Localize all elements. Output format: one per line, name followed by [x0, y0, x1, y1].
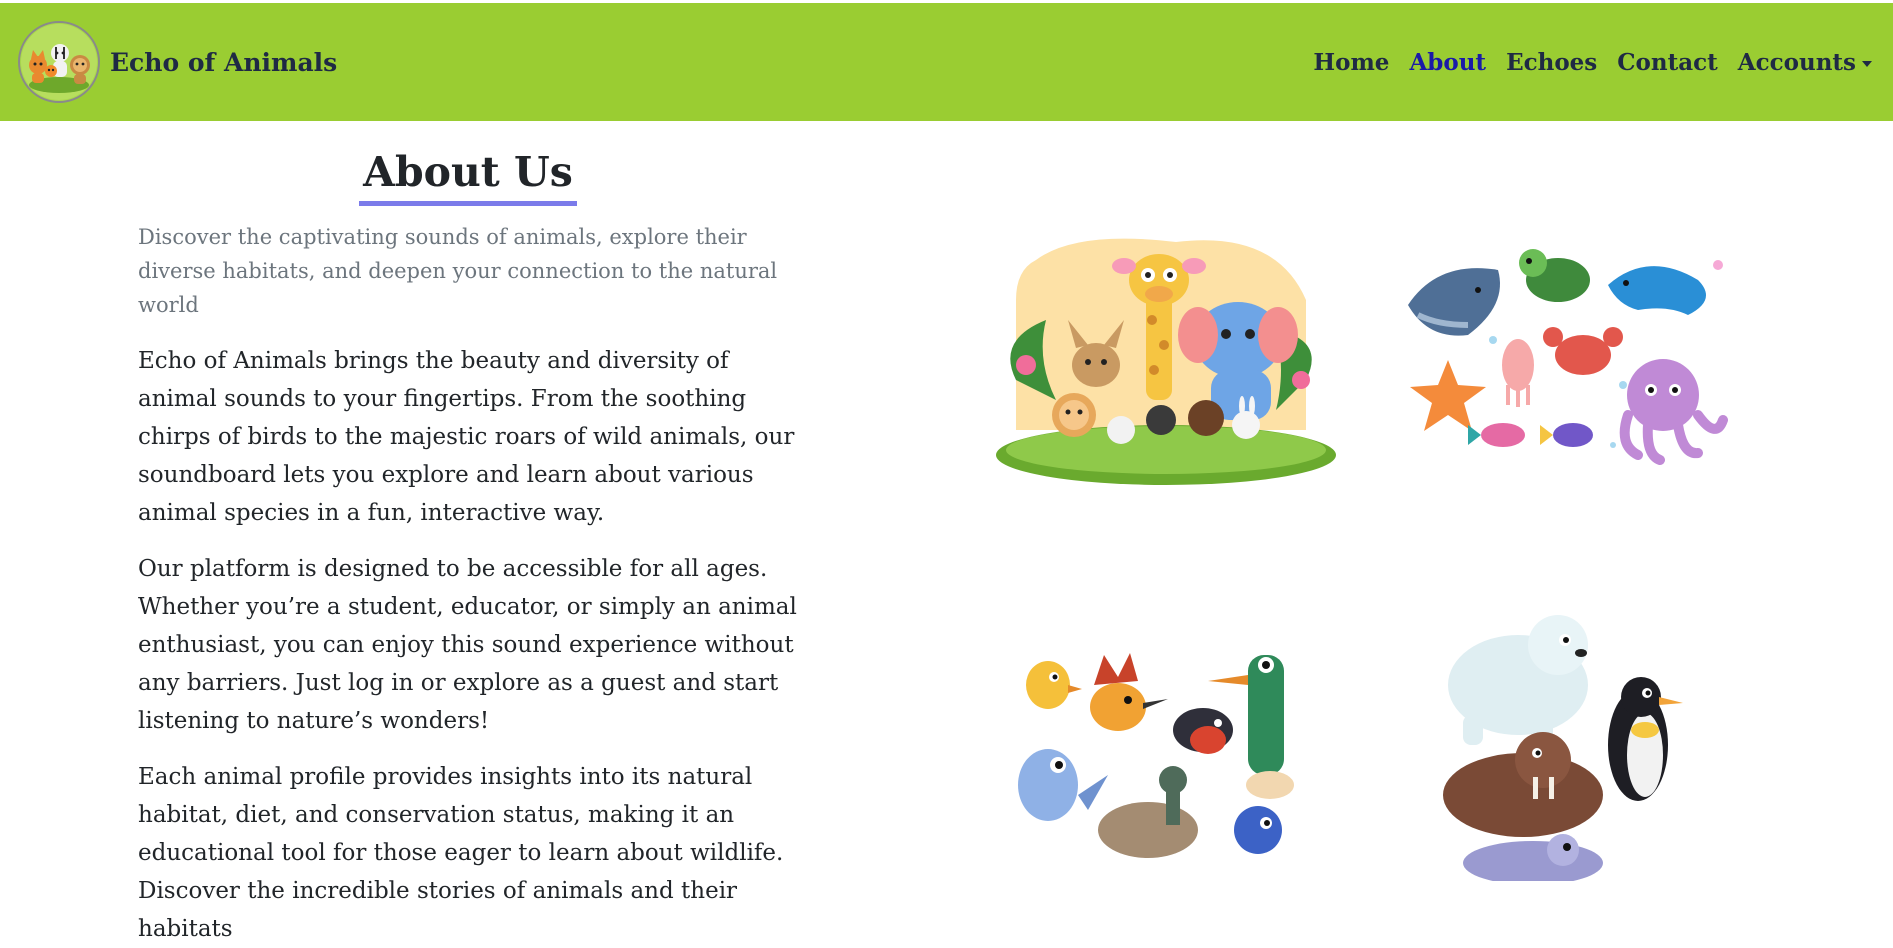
about-paragraph-2: Our platform is designed to be accessibl…	[138, 556, 797, 735]
caret-down-icon	[1862, 60, 1872, 67]
birds-illustration-icon	[1008, 645, 1328, 885]
land-animals-illustration-icon	[976, 230, 1346, 495]
nav-accounts-dropdown[interactable]: Accounts	[1738, 49, 1872, 76]
animals-logo-icon[interactable]	[18, 21, 100, 103]
nav-home-link[interactable]: Home	[1313, 49, 1389, 76]
brand-name[interactable]: Echo of Animals	[110, 48, 337, 77]
about-lead: Discover the captivating sounds of anima…	[138, 225, 778, 318]
sea-animals-illustration-icon	[1398, 245, 1738, 485]
brand[interactable]: Echo of Animals	[18, 21, 337, 103]
polar-animals-illustration-icon	[1433, 605, 1693, 881]
nav-contact-link[interactable]: Contact	[1617, 49, 1718, 76]
navbar: Echo of Animals Home About Echoes Contac…	[0, 3, 1893, 121]
page-title: About Us	[359, 140, 577, 207]
nav-accounts-label: Accounts	[1737, 48, 1856, 76]
about-paragraph-3: Each animal profile provides insights in…	[138, 764, 784, 943]
about-section: About Us Discover the captivating sounds…	[138, 140, 808, 948]
about-paragraph-1: Echo of Animals brings the beauty and di…	[138, 348, 795, 527]
main-nav: Home About Echoes Contact Accounts	[1313, 49, 1872, 76]
title-wrap: About Us	[138, 140, 798, 207]
nav-echoes-link[interactable]: Echoes	[1506, 49, 1597, 76]
nav-about-link[interactable]: About	[1409, 49, 1486, 76]
